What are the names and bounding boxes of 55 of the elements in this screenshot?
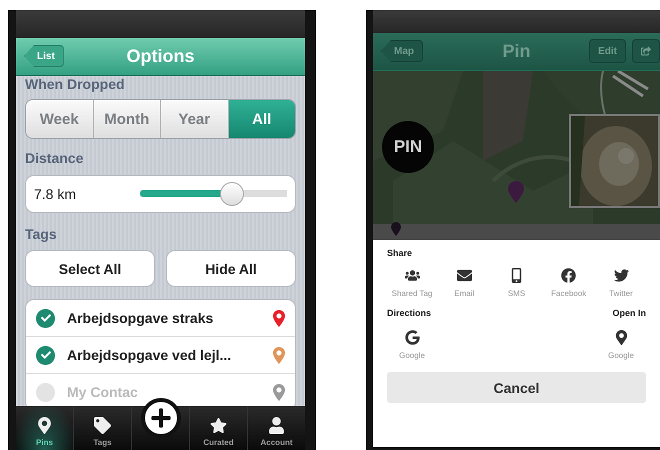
checkbox[interactable] — [36, 346, 55, 364]
tag-name: Arbejdsopgave straks — [67, 310, 214, 326]
share-option[interactable]: Shared Tag — [387, 268, 437, 298]
back-button[interactable]: Map — [381, 40, 423, 62]
share-button[interactable] — [632, 39, 660, 63]
bird-icon — [614, 268, 628, 283]
pin-icon — [614, 330, 628, 345]
tab[interactable]: Pins — [16, 406, 73, 450]
g-letter-icon — [404, 330, 420, 345]
add-button[interactable] — [140, 398, 180, 438]
share-option[interactable]: SMS — [492, 268, 542, 298]
tab[interactable]: Curated — [189, 406, 247, 450]
share-option[interactable]: Twitter — [596, 268, 646, 298]
segment-button[interactable]: Week — [26, 100, 92, 138]
section-label: Open In — [612, 308, 646, 318]
people-icon — [404, 268, 420, 283]
slider-thumb[interactable] — [220, 182, 244, 206]
section-label: Directions — [387, 308, 432, 318]
distance-reading: 7.8 km — [34, 186, 78, 202]
pin-icon — [391, 222, 401, 236]
segment-button[interactable]: Year — [160, 100, 228, 138]
section-label: Distance — [25, 150, 84, 166]
pin-icon — [36, 417, 53, 434]
tag-icon — [94, 417, 111, 434]
checkbox[interactable] — [36, 308, 55, 328]
tags-button[interactable]: Select All — [25, 250, 155, 287]
tab[interactable]: Account — [247, 406, 305, 450]
tags-button[interactable]: Hide All — [166, 250, 296, 287]
phone-icon — [509, 268, 524, 283]
checkmark-icon — [40, 313, 50, 323]
section-label: Tags — [25, 226, 58, 242]
person-icon — [268, 417, 285, 434]
share-option[interactable]: Facebook — [544, 268, 594, 298]
segment-button[interactable]: All — [228, 100, 295, 138]
section-label: When Dropped — [25, 76, 126, 92]
star-icon — [210, 417, 227, 434]
facebook-icon — [561, 268, 576, 283]
tag-name: Arbejdsopgave ved lejl... — [67, 347, 232, 363]
share-option[interactable]: Email — [439, 268, 490, 298]
edit-button[interactable]: Edit — [589, 39, 626, 63]
open-in-option[interactable]: Google — [596, 330, 646, 360]
cancel-button[interactable]: Cancel — [387, 372, 646, 403]
tag-name: My Contac — [67, 384, 139, 400]
plus-icon — [150, 407, 172, 429]
screen-title: Options — [126, 46, 194, 67]
envelope-icon — [456, 268, 472, 283]
screen-title: Pin — [502, 41, 530, 62]
segment-button[interactable]: Month — [92, 100, 160, 138]
section-label: Share — [387, 248, 414, 258]
tab[interactable]: Tags — [73, 406, 131, 450]
share-icon — [641, 46, 651, 56]
back-button[interactable]: List — [24, 45, 64, 67]
directions-option[interactable]: Google — [387, 330, 437, 360]
checkmark-icon — [40, 350, 50, 360]
checkbox[interactable] — [36, 382, 55, 402]
